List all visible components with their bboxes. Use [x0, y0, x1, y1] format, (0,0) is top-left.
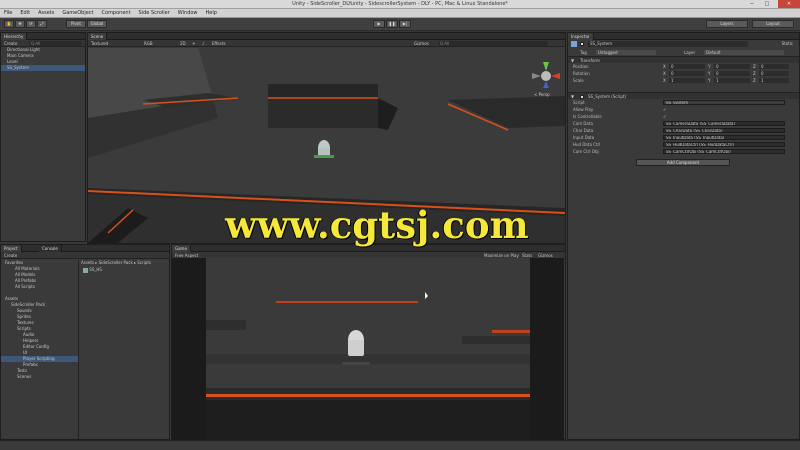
- field-label: Is Controllable: [573, 114, 602, 119]
- folder-item[interactable]: Scenes: [1, 374, 78, 380]
- transform-row: Rotation X0 Y0 Z0: [568, 70, 799, 77]
- input-data-field[interactable]: SS_InputData (SS_InputData): [663, 135, 785, 140]
- cam-data-field[interactable]: SS_CameraData (SS_CameraData): [663, 121, 785, 126]
- inspector-panel: Inspector SS_System Static Tag Untagged …: [567, 32, 800, 440]
- tab-game[interactable]: Game: [172, 245, 191, 252]
- tag-dropdown[interactable]: Untagged: [596, 50, 656, 55]
- char-data-field[interactable]: SS_CharData (SS_CharData): [663, 128, 785, 133]
- project-panel: Project Console Create Favorites All Mat…: [0, 244, 170, 440]
- 2d-toggle[interactable]: 2D: [180, 40, 186, 47]
- tab-project[interactable]: Project: [1, 245, 22, 252]
- position-z-field[interactable]: 0: [759, 64, 789, 69]
- perspective-label[interactable]: < Persp: [534, 92, 550, 97]
- hierarchy-panel: Hierarchy Create Q·All Directional Light…: [0, 32, 86, 242]
- allow-play-checkbox[interactable]: ✓: [663, 106, 666, 113]
- tab-console[interactable]: Console: [39, 245, 62, 252]
- field-label: Input Data: [573, 135, 595, 140]
- position-y-field[interactable]: 0: [714, 64, 750, 69]
- script-file-label: SS_HS: [89, 267, 102, 272]
- script-field[interactable]: SS_System: [663, 100, 785, 105]
- rotate-tool-icon[interactable]: ⟳: [26, 20, 36, 28]
- field-label: Script: [573, 100, 585, 105]
- transform-row: Scale X1 Y1 Z1: [568, 77, 799, 84]
- tab-scene[interactable]: Scene: [88, 33, 108, 40]
- layout-dropdown[interactable]: Layout: [752, 20, 794, 28]
- menu-edit[interactable]: Edit: [16, 9, 34, 18]
- hud-data-field[interactable]: SS_HudDataCtrl (SS_HudDataCtrl): [663, 142, 785, 147]
- audio-icon[interactable]: ♪: [202, 40, 205, 47]
- rotation-z-field[interactable]: 0: [759, 71, 789, 76]
- breadcrumb[interactable]: Assets ▸ SideScroller Pack ▸ Scripts: [81, 260, 169, 266]
- favorite-item[interactable]: All Scripts: [1, 284, 78, 290]
- transform-row: Position X0 Y0 Z0: [568, 63, 799, 70]
- tab-inspector[interactable]: Inspector: [568, 33, 594, 40]
- field-label: Hud Data Ctrl: [573, 142, 601, 147]
- script-icon: [83, 267, 88, 273]
- game-viewport[interactable]: [172, 258, 564, 440]
- layer-label: Layer: [684, 50, 696, 55]
- global-toggle[interactable]: Global: [87, 20, 107, 28]
- gizmos-dropdown[interactable]: Gizmos: [414, 40, 429, 47]
- scale-x-field[interactable]: 1: [669, 78, 705, 83]
- scale-label: Scale: [573, 78, 584, 83]
- tab-hierarchy[interactable]: Hierarchy: [1, 33, 28, 40]
- rotation-label: Rotation: [573, 71, 590, 76]
- menu-gameobject[interactable]: GameObject: [58, 9, 97, 18]
- maximize-button[interactable]: □: [760, 0, 774, 8]
- active-checkbox[interactable]: [580, 42, 584, 46]
- menu-file[interactable]: File: [0, 9, 16, 18]
- render-mode-dropdown[interactable]: RGB: [144, 40, 153, 47]
- close-button[interactable]: ✕: [778, 0, 800, 8]
- menu-side-scroller[interactable]: Side Scroller: [135, 9, 174, 18]
- rotation-x-field[interactable]: 0: [669, 71, 705, 76]
- menu-help[interactable]: Help: [202, 9, 221, 18]
- menu-bar: File Edit Assets GameObject Component Side Sc…: [0, 9, 800, 18]
- static-toggle[interactable]: Static: [782, 40, 793, 47]
- field-label: Cam Ctrl Obj: [573, 149, 599, 154]
- field-label: Cam Data: [573, 121, 593, 126]
- play-button[interactable]: ▶: [373, 20, 385, 28]
- tag-label: Tag: [580, 50, 587, 55]
- menu-component[interactable]: Component: [98, 9, 135, 18]
- is-controllable-checkbox[interactable]: ✓: [663, 113, 666, 120]
- watermark-text: www.cgtsj.com: [225, 203, 529, 247]
- list-item-selected[interactable]: SS_System: [1, 65, 85, 71]
- position-x-field[interactable]: 0: [669, 64, 705, 69]
- field-label: Allow Play: [573, 107, 594, 112]
- menu-window[interactable]: Window: [174, 9, 202, 18]
- window-title: Unity - SideScroller_DLYunity - Sidescro…: [292, 1, 508, 7]
- gameobject-icon: [571, 41, 577, 47]
- search-input[interactable]: Q·All: [29, 41, 82, 46]
- scale-tool-icon[interactable]: ⤢: [37, 20, 47, 28]
- object-name-field[interactable]: SS_System: [588, 41, 748, 47]
- menu-assets[interactable]: Assets: [34, 9, 58, 18]
- pivot-toggle[interactable]: Pivot: [66, 20, 86, 28]
- scene-search-input[interactable]: Q·All: [438, 41, 548, 46]
- window-title-bar: Unity - SideScroller_DLYunity - Sidescro…: [0, 0, 800, 9]
- layer-dropdown[interactable]: Default: [704, 50, 784, 55]
- game-render: [172, 258, 564, 440]
- script-file-item[interactable]: SS_HS: [83, 267, 102, 273]
- project-create-dropdown[interactable]: Create: [4, 252, 17, 259]
- shading-dropdown[interactable]: Textured: [91, 40, 108, 47]
- lighting-icon[interactable]: ☀: [192, 40, 196, 47]
- minimize-button[interactable]: −: [745, 0, 759, 8]
- field-label: Char Data: [573, 128, 594, 133]
- cam-ctrl-field[interactable]: SS_CamCtrlObj (SS_CamCtrlObj): [663, 149, 785, 154]
- effects-dropdown[interactable]: Effects: [212, 40, 226, 47]
- main-toolbar: ✋ ✥ ⟳ ⤢ Pivot Global ▶ ❚❚ ▶| Layers Layo…: [0, 18, 800, 31]
- scale-z-field[interactable]: 1: [759, 78, 789, 83]
- move-tool-icon[interactable]: ✥: [15, 20, 25, 28]
- pause-button[interactable]: ❚❚: [386, 20, 398, 28]
- position-label: Position: [573, 64, 589, 69]
- status-bar: [0, 440, 800, 450]
- layers-dropdown[interactable]: Layers: [706, 20, 748, 28]
- hand-tool-icon[interactable]: ✋: [4, 20, 14, 28]
- add-component-button[interactable]: Add Component: [636, 159, 730, 166]
- create-dropdown[interactable]: Create: [4, 40, 17, 47]
- step-button[interactable]: ▶|: [399, 20, 411, 28]
- scale-y-field[interactable]: 1: [714, 78, 750, 83]
- rotation-y-field[interactable]: 0: [714, 71, 750, 76]
